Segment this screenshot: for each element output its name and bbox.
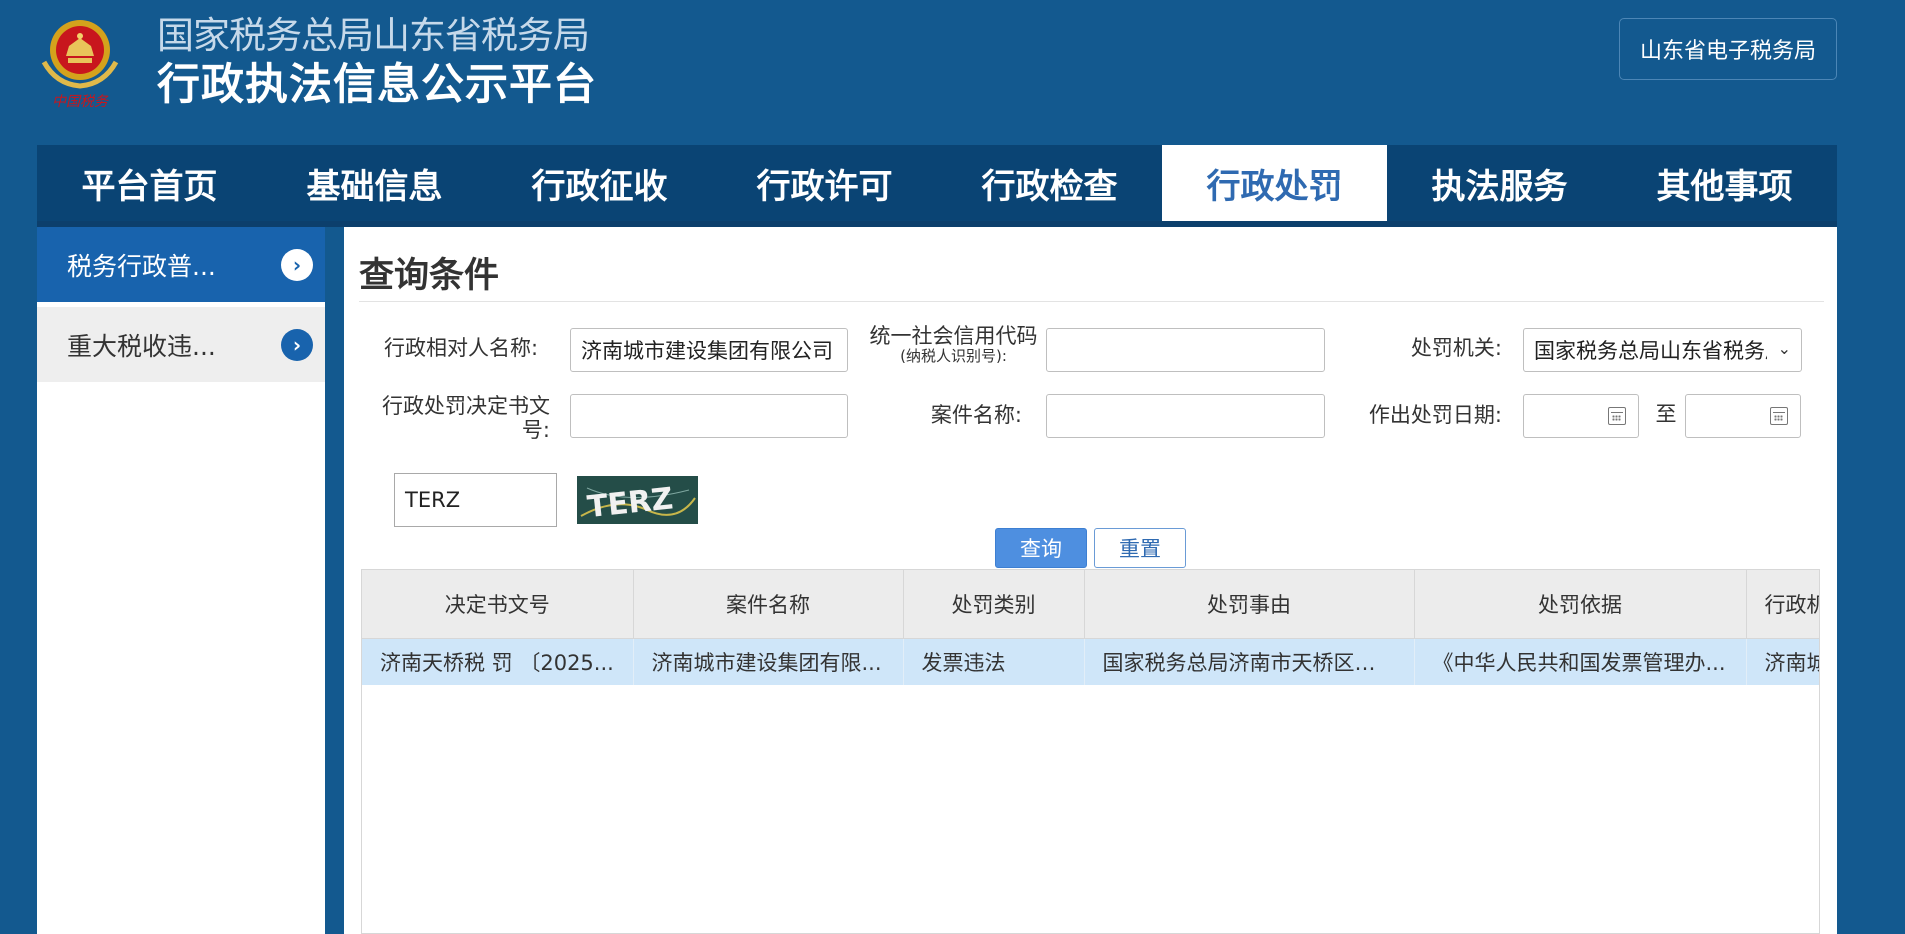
- calendar-icon[interactable]: [1770, 407, 1788, 425]
- header-title-block: 国家税务总局山东省税务局 行政执法信息公示平台: [157, 14, 597, 112]
- authority-label: 处罚机关:: [1410, 336, 1502, 360]
- sidebar-item-label: 重大税收违...: [67, 331, 216, 361]
- column-header-penalty-basis[interactable]: 处罚依据: [1414, 570, 1747, 639]
- tax-emblem-logo: 中国税务: [41, 20, 119, 110]
- chevron-down-icon: ⌄: [1777, 339, 1791, 358]
- date-start-input[interactable]: [1523, 394, 1639, 438]
- nav-item-law-service[interactable]: 执法服务: [1387, 145, 1612, 221]
- column-header-penalty-type[interactable]: 处罚类别: [903, 570, 1085, 639]
- nav-item-collection[interactable]: 行政征收: [487, 145, 712, 221]
- cell-penalty-type: 发票违法: [903, 638, 1085, 685]
- case-name-label: 案件名称:: [930, 403, 1022, 427]
- authority-select[interactable]: 国家税务总局山东省税务局 ⌄: [1523, 328, 1802, 372]
- reset-button[interactable]: 重置: [1094, 528, 1186, 568]
- table-row[interactable]: 济南天桥税 罚 〔2025... 济南城市建设集团有限... 发票违法 国家税务…: [362, 638, 1819, 685]
- date-end-input[interactable]: [1685, 394, 1801, 438]
- column-header-decision-no[interactable]: 决定书文号: [362, 570, 634, 639]
- captcha-image[interactable]: TERZ: [577, 476, 698, 524]
- nav-item-other[interactable]: 其他事项: [1612, 145, 1837, 221]
- chevron-right-icon: ›: [281, 328, 313, 361]
- nav-item-penalty[interactable]: 行政处罚: [1162, 145, 1387, 221]
- column-header-case-name[interactable]: 案件名称: [633, 570, 904, 639]
- decision-no-label: 行政处罚决定书文号:: [382, 394, 550, 442]
- sidebar-item-major-violation[interactable]: 重大税收违... ›: [37, 307, 325, 382]
- party-name-input[interactable]: 济南城市建设集团有限公司: [570, 328, 848, 372]
- credit-code-label-main: 统一社会信用代码: [869, 324, 1038, 348]
- decision-no-input[interactable]: [570, 394, 848, 438]
- e-tax-bureau-link[interactable]: 山东省电子税务局: [1619, 18, 1837, 80]
- captcha-input[interactable]: TERZ: [394, 473, 557, 527]
- main-nav: 平台首页 基础信息 行政征收 行政许可 行政检查 行政处罚 执法服务 其他事项: [37, 145, 1837, 221]
- cell-penalty-reason: 国家税务总局济南市天桥区税...: [1084, 638, 1415, 685]
- nav-item-permit[interactable]: 行政许可: [712, 145, 937, 221]
- cell-case-name: 济南城市建设集团有限...: [633, 638, 904, 685]
- column-header-penalty-reason[interactable]: 处罚事由: [1084, 570, 1415, 639]
- date-separator: 至: [1655, 402, 1677, 426]
- emblem-text: 中国税务: [52, 94, 109, 110]
- header-subtitle: 国家税务总局山东省税务局: [157, 14, 590, 57]
- cell-decision-no: 济南天桥税 罚 〔2025...: [362, 638, 634, 685]
- party-name-label: 行政相对人名称:: [384, 336, 539, 360]
- date-label: 作出处罚日期:: [1368, 403, 1502, 427]
- column-header-authority[interactable]: 行政机关: [1746, 570, 1819, 639]
- nav-item-basic-info[interactable]: 基础信息: [262, 145, 487, 221]
- query-button[interactable]: 查询: [995, 528, 1087, 568]
- calendar-icon[interactable]: [1608, 407, 1626, 425]
- table-header-row: 决定书文号 案件名称 处罚类别 处罚事由 处罚依据 行政机关: [362, 570, 1819, 639]
- results-table: 决定书文号 案件名称 处罚类别 处罚事由 处罚依据 行政机关 济南天桥税 罚 〔…: [361, 569, 1820, 934]
- sidebar-item-label: 税务行政普...: [67, 251, 216, 281]
- nav-item-home[interactable]: 平台首页: [37, 145, 262, 221]
- chevron-right-icon: ›: [281, 248, 313, 281]
- credit-code-input[interactable]: [1046, 328, 1325, 372]
- nav-item-inspection[interactable]: 行政检查: [937, 145, 1162, 221]
- authority-select-value: 国家税务总局山东省税务局: [1534, 339, 1767, 363]
- header-title: 行政执法信息公示平台: [157, 60, 597, 110]
- title-divider: [359, 301, 1824, 302]
- search-title: 查询条件: [359, 256, 500, 296]
- credit-code-label: 统一社会信用代码 (纳税人识别号):: [866, 324, 1041, 364]
- main-panel: 查询条件 行政相对人名称: 济南城市建设集团有限公司 统一社会信用代码 (纳税人…: [344, 227, 1837, 934]
- cell-authority: 济南城...: [1746, 638, 1819, 685]
- sidebar-item-general-penalty[interactable]: 税务行政普... ›: [37, 227, 325, 302]
- cell-penalty-basis: 《中华人民共和国发票管理办...: [1414, 638, 1747, 685]
- sidebar: 税务行政普... › 重大税收违... ›: [37, 227, 325, 934]
- case-name-input[interactable]: [1046, 394, 1325, 438]
- credit-code-sublabel: (纳税人识别号):: [900, 347, 1007, 365]
